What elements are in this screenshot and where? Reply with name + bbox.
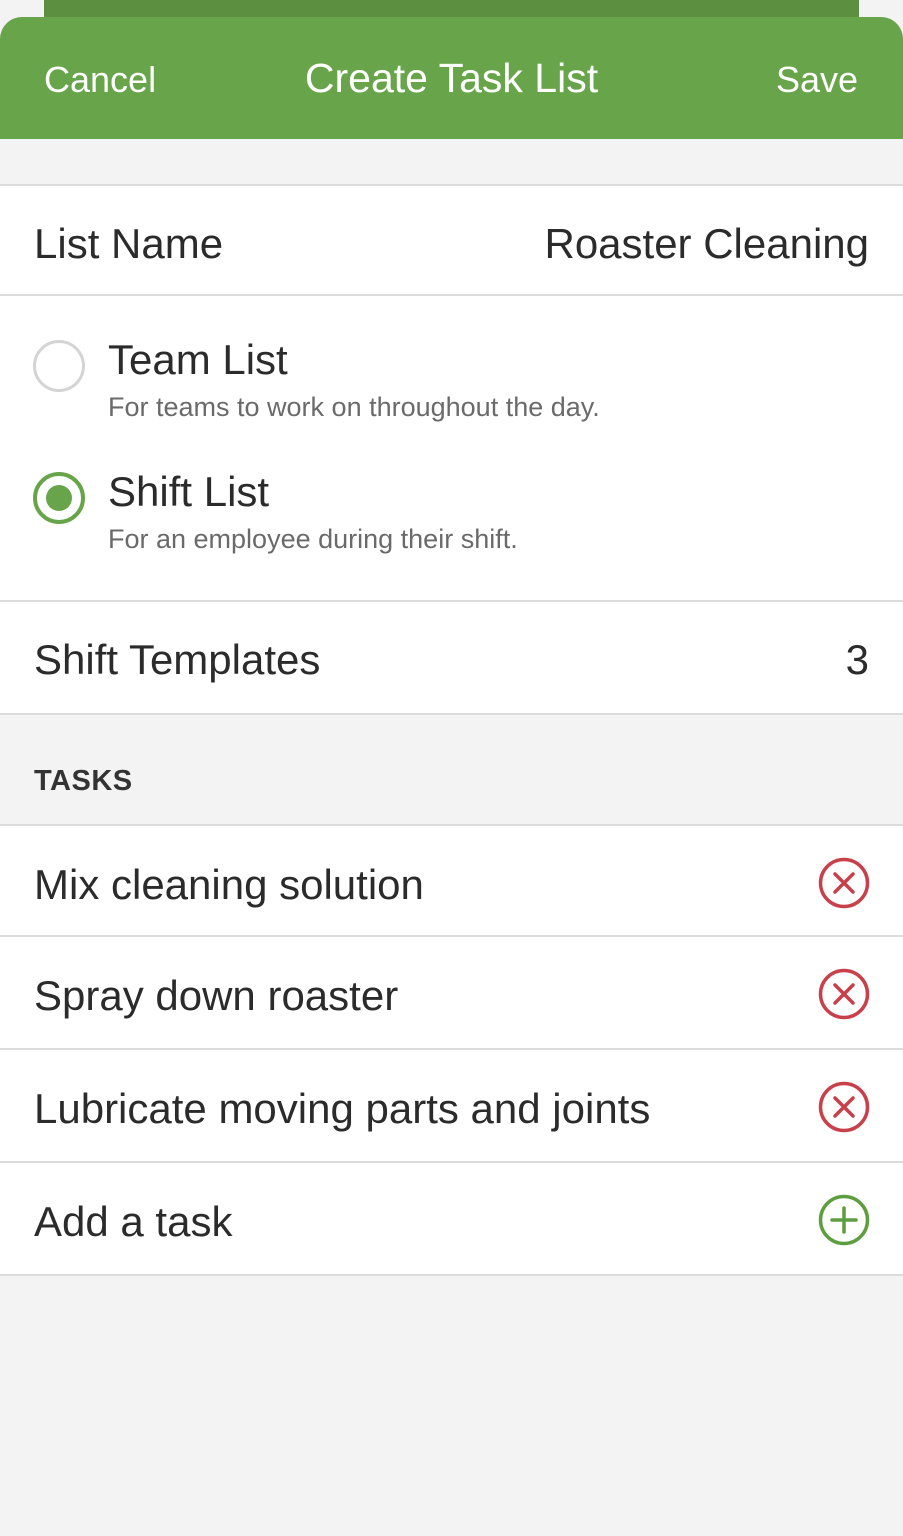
task-label: Mix cleaning solution	[34, 861, 424, 908]
list-name-label: List Name	[34, 220, 224, 267]
team-list-title: Team List	[108, 336, 288, 383]
remove-circle-icon[interactable]	[818, 1081, 870, 1133]
shift-list-radio[interactable]	[33, 472, 85, 524]
tasks-section-header: TASKS	[34, 765, 133, 797]
task-label: Spray down roaster	[34, 972, 399, 1019]
navigation-bar: Cancel Create Task List Save	[0, 17, 903, 139]
list-name-row: List Name	[0, 184, 903, 296]
team-list-radio[interactable]	[33, 340, 85, 392]
team-list-description: For teams to work on throughout the day.	[108, 392, 600, 422]
shift-templates-label: Shift Templates	[34, 636, 321, 683]
save-button[interactable]: Save	[776, 59, 858, 101]
add-task-row[interactable]: Add a task	[0, 1163, 903, 1276]
shift-templates-row[interactable]: Shift Templates 3	[0, 602, 903, 715]
task-label: Lubricate moving parts and joints	[34, 1085, 651, 1132]
add-circle-icon[interactable]	[818, 1194, 870, 1246]
shift-list-description: For an employee during their shift.	[108, 524, 518, 554]
shift-list-option[interactable]: Shift List For an employee during their …	[0, 464, 903, 584]
add-task-label: Add a task	[34, 1198, 233, 1245]
task-row: Lubricate moving parts and joints	[0, 1050, 903, 1163]
shift-list-title: Shift List	[108, 468, 270, 515]
team-list-option[interactable]: Team List For teams to work on throughou…	[0, 332, 903, 452]
task-row: Spray down roaster	[0, 937, 903, 1050]
list-name-input[interactable]	[449, 220, 869, 268]
cancel-button[interactable]: Cancel	[44, 59, 156, 101]
remove-circle-icon[interactable]	[818, 968, 870, 1020]
remove-circle-icon[interactable]	[818, 857, 870, 909]
list-type-group: Team List For teams to work on throughou…	[0, 296, 903, 602]
shift-templates-count: 3	[845, 636, 869, 683]
task-row: Mix cleaning solution	[0, 824, 903, 937]
